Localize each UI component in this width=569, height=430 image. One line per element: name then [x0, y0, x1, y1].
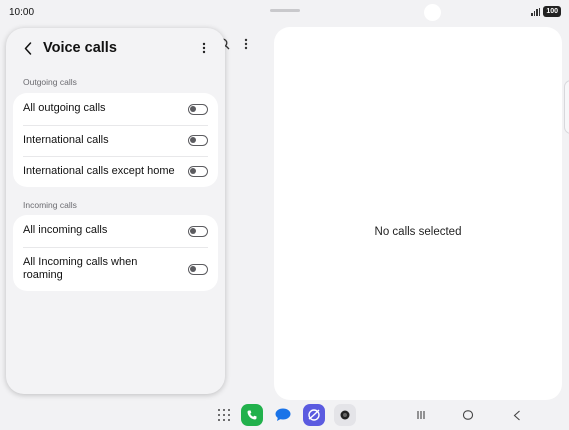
- detail-pane: No calls selected: [274, 27, 562, 400]
- more-vertical-icon: [202, 42, 206, 54]
- section-label-outgoing: Outgoing calls: [23, 77, 77, 87]
- list-item-label: All incoming calls: [23, 224, 108, 237]
- home-icon: [462, 410, 474, 420]
- page-title: Voice calls: [43, 40, 117, 56]
- empty-state-message: No calls selected: [374, 226, 462, 238]
- toggle-switch[interactable]: [188, 135, 208, 146]
- more-options-icon[interactable]: [244, 38, 248, 50]
- multiwindow-handle[interactable]: [270, 9, 300, 12]
- toggle-knob: [190, 227, 196, 234]
- navigation-bar: [0, 400, 569, 430]
- popup-header: Voice calls: [6, 28, 225, 68]
- camera-app-icon[interactable]: [334, 404, 356, 426]
- back-nav-button[interactable]: [509, 408, 525, 422]
- incoming-calls-card: All incoming calls All Incoming calls wh…: [13, 215, 218, 291]
- toggle-knob: [190, 105, 196, 112]
- chevron-left-icon: [24, 41, 32, 55]
- back-button[interactable]: [20, 39, 36, 57]
- toggle-switch[interactable]: [188, 103, 208, 115]
- edge-panel-handle[interactable]: [564, 80, 569, 134]
- voice-calls-popup: Voice calls Outgoing calls All outgoing …: [6, 28, 225, 394]
- list-item-international-except-home[interactable]: International calls except home: [13, 156, 218, 187]
- recent-apps-button[interactable]: [413, 408, 429, 422]
- list-item-all-outgoing[interactable]: All outgoing calls: [13, 93, 218, 125]
- internet-app-icon[interactable]: [303, 404, 325, 426]
- list-item-incoming-roaming[interactable]: All Incoming calls when roaming: [13, 247, 218, 291]
- toggle-switch[interactable]: [188, 166, 208, 177]
- home-button[interactable]: [460, 408, 476, 422]
- toggle-knob: [190, 265, 196, 272]
- list-item-label: All Incoming calls when roaming: [23, 255, 138, 282]
- app-drawer-icon[interactable]: [218, 409, 230, 421]
- toggle-switch[interactable]: [188, 263, 208, 275]
- back-icon: [513, 410, 520, 420]
- outgoing-calls-card: All outgoing calls International calls I…: [13, 93, 218, 187]
- list-item-label: All outgoing calls: [23, 102, 106, 115]
- section-label-incoming: Incoming calls: [23, 200, 77, 210]
- status-bar: 10:00 100: [0, 0, 569, 24]
- list-item-all-incoming[interactable]: All incoming calls: [13, 215, 218, 247]
- messages-app-icon[interactable]: [272, 404, 294, 426]
- toggle-knob: [190, 137, 196, 143]
- front-camera-cutout: [424, 4, 441, 21]
- signal-icon: [531, 7, 541, 16]
- list-item-label: International calls: [23, 133, 109, 146]
- toggle-knob: [190, 168, 196, 174]
- toggle-switch[interactable]: [188, 225, 208, 237]
- list-item-label: International calls except home: [23, 164, 175, 177]
- list-item-international[interactable]: International calls: [13, 125, 218, 156]
- more-options-button[interactable]: [196, 40, 212, 56]
- status-time: 10:00: [9, 7, 35, 18]
- status-icons: 100: [531, 6, 561, 17]
- phone-app-icon[interactable]: [241, 404, 263, 426]
- battery-icon: 100: [543, 6, 561, 17]
- recents-icon: [417, 411, 425, 419]
